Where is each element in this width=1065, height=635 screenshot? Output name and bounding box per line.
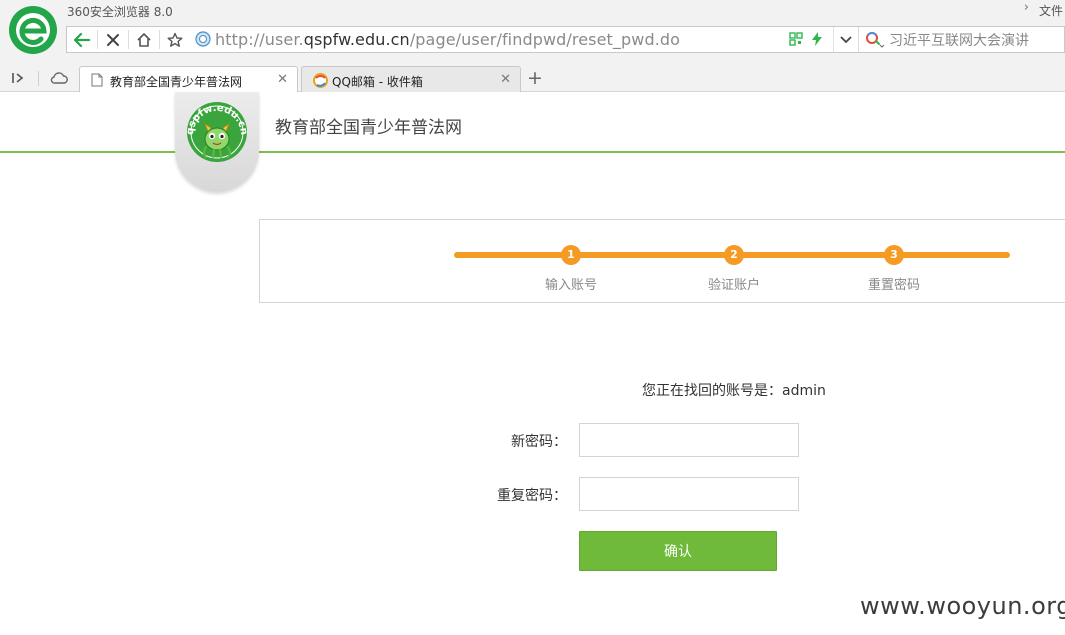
- site-logo-icon: qspfw.edu.cn: [185, 102, 249, 162]
- tab-close-icon[interactable]: ✕: [500, 73, 511, 87]
- cloud-icon[interactable]: [50, 71, 68, 85]
- browser-title: 360安全浏览器 8.0: [67, 5, 173, 19]
- chevron-right-icon[interactable]: ›: [1024, 0, 1029, 15]
- step-1-label: 输入账号: [544, 278, 597, 293]
- site-logo[interactable]: qspfw.edu.cn: [175, 92, 259, 192]
- file-menu[interactable]: 文件: [1039, 2, 1063, 19]
- site-header: [0, 92, 1065, 153]
- tab-qqmail[interactable]: QQ邮箱 - 收件箱 ✕: [301, 66, 521, 93]
- chevron-down-icon: [839, 35, 852, 43]
- browser-logo-icon[interactable]: [8, 5, 58, 55]
- home-icon: [137, 32, 151, 47]
- tab-label: 教育部全国青少年普法网: [110, 75, 243, 89]
- tab-close-icon[interactable]: ✕: [277, 73, 288, 87]
- account-prefix: 您正在找回的账号是：: [642, 383, 782, 399]
- new-tab-button[interactable]: +: [526, 68, 544, 88]
- tab-label: QQ邮箱 - 收件箱: [332, 75, 423, 89]
- watermark-text: www.wooyun.org: [860, 592, 1065, 620]
- progress-steps: 1 输入账号 2 验证账户 3 重置密码: [259, 219, 1065, 303]
- confirm-button[interactable]: 确认: [579, 531, 777, 571]
- close-icon: [107, 33, 119, 46]
- address-dropdown-button[interactable]: [833, 27, 857, 52]
- back-arrow-icon: [73, 32, 91, 47]
- qr-code-icon[interactable]: [789, 32, 803, 46]
- back-button[interactable]: [67, 27, 97, 52]
- address-toolbar: http://user.qspfw.edu.cn/page/user/findp…: [66, 26, 1065, 53]
- step-3-label: 重置密码: [867, 278, 920, 293]
- favorite-button[interactable]: [160, 27, 190, 52]
- address-input[interactable]: http://user.qspfw.edu.cn/page/user/findp…: [215, 30, 680, 49]
- step-3-marker: 3: [884, 245, 904, 265]
- search-box[interactable]: 习近平互联网大会演讲: [858, 27, 1065, 52]
- home-button[interactable]: [129, 27, 159, 52]
- site-name: 教育部全国青少年普法网: [275, 118, 462, 138]
- step-2-label: 验证账户: [707, 278, 760, 293]
- tab-bar: 教育部全国青少年普法网 ✕ QQ邮箱 - 收件箱 ✕ +: [0, 63, 1065, 93]
- qqmail-icon: [313, 73, 328, 88]
- tab-divider: [38, 71, 39, 86]
- step-2-marker: 2: [724, 245, 744, 265]
- browser-chrome: 360安全浏览器 8.0 › 文件 http://user.qspfw.edu.…: [0, 0, 1065, 93]
- star-icon: [167, 32, 183, 47]
- account-name: admin: [782, 383, 826, 399]
- stop-button[interactable]: [98, 27, 128, 52]
- page-icon: [91, 73, 103, 87]
- search-engine-icon[interactable]: [865, 31, 885, 49]
- tab-qspfw[interactable]: 教育部全国青少年普法网 ✕: [79, 66, 298, 93]
- search-input[interactable]: 习近平互联网大会演讲: [889, 30, 1029, 50]
- step-1-marker: 1: [561, 245, 581, 265]
- new-password-label: 新密码：: [511, 434, 567, 450]
- lightning-icon[interactable]: [811, 31, 823, 47]
- account-info: 您正在找回的账号是：admin: [642, 380, 826, 400]
- new-password-input[interactable]: [579, 423, 799, 457]
- repeat-password-input[interactable]: [579, 477, 799, 511]
- site-info-icon[interactable]: [195, 31, 211, 47]
- sidebar-toggle-icon[interactable]: [11, 71, 25, 85]
- repeat-password-label: 重复密码：: [497, 488, 567, 504]
